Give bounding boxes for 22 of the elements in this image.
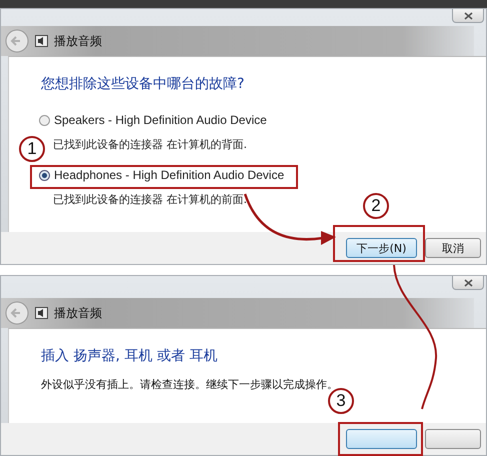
radio-option[interactable]: Headphones - High Definition Audio Device — [39, 168, 284, 182]
cancel-button[interactable]: 取消 — [425, 238, 481, 258]
back-icon[interactable] — [5, 301, 29, 325]
radio-button[interactable] — [39, 114, 50, 126]
back-icon[interactable] — [5, 29, 29, 53]
heading: 您想排除这些设备中哪台的故障? — [41, 75, 244, 93]
option-note: 已找到此设备的连接器 在计算机的背面. — [53, 137, 247, 152]
speaker-icon — [35, 307, 48, 319]
window-title: 播放音频 — [54, 304, 102, 322]
heading: 插入 扬声器, 耳机 或者 耳机 — [41, 347, 218, 365]
close-icon — [464, 12, 472, 20]
cancel-button[interactable] — [425, 429, 481, 449]
close-button[interactable] — [452, 276, 484, 290]
radio-option[interactable]: Speakers - High Definition Audio Device — [39, 113, 267, 127]
close-icon — [464, 278, 472, 286]
option-note: 已找到此设备的连接器 在计算机的前面. — [53, 192, 247, 207]
radio-button[interactable] — [39, 170, 50, 180]
next-button[interactable]: 下一步(N) — [346, 238, 417, 258]
next-button[interactable] — [346, 429, 417, 449]
window-title: 播放音频 — [54, 32, 102, 50]
speaker-icon — [35, 35, 48, 47]
close-button[interactable] — [452, 9, 484, 23]
